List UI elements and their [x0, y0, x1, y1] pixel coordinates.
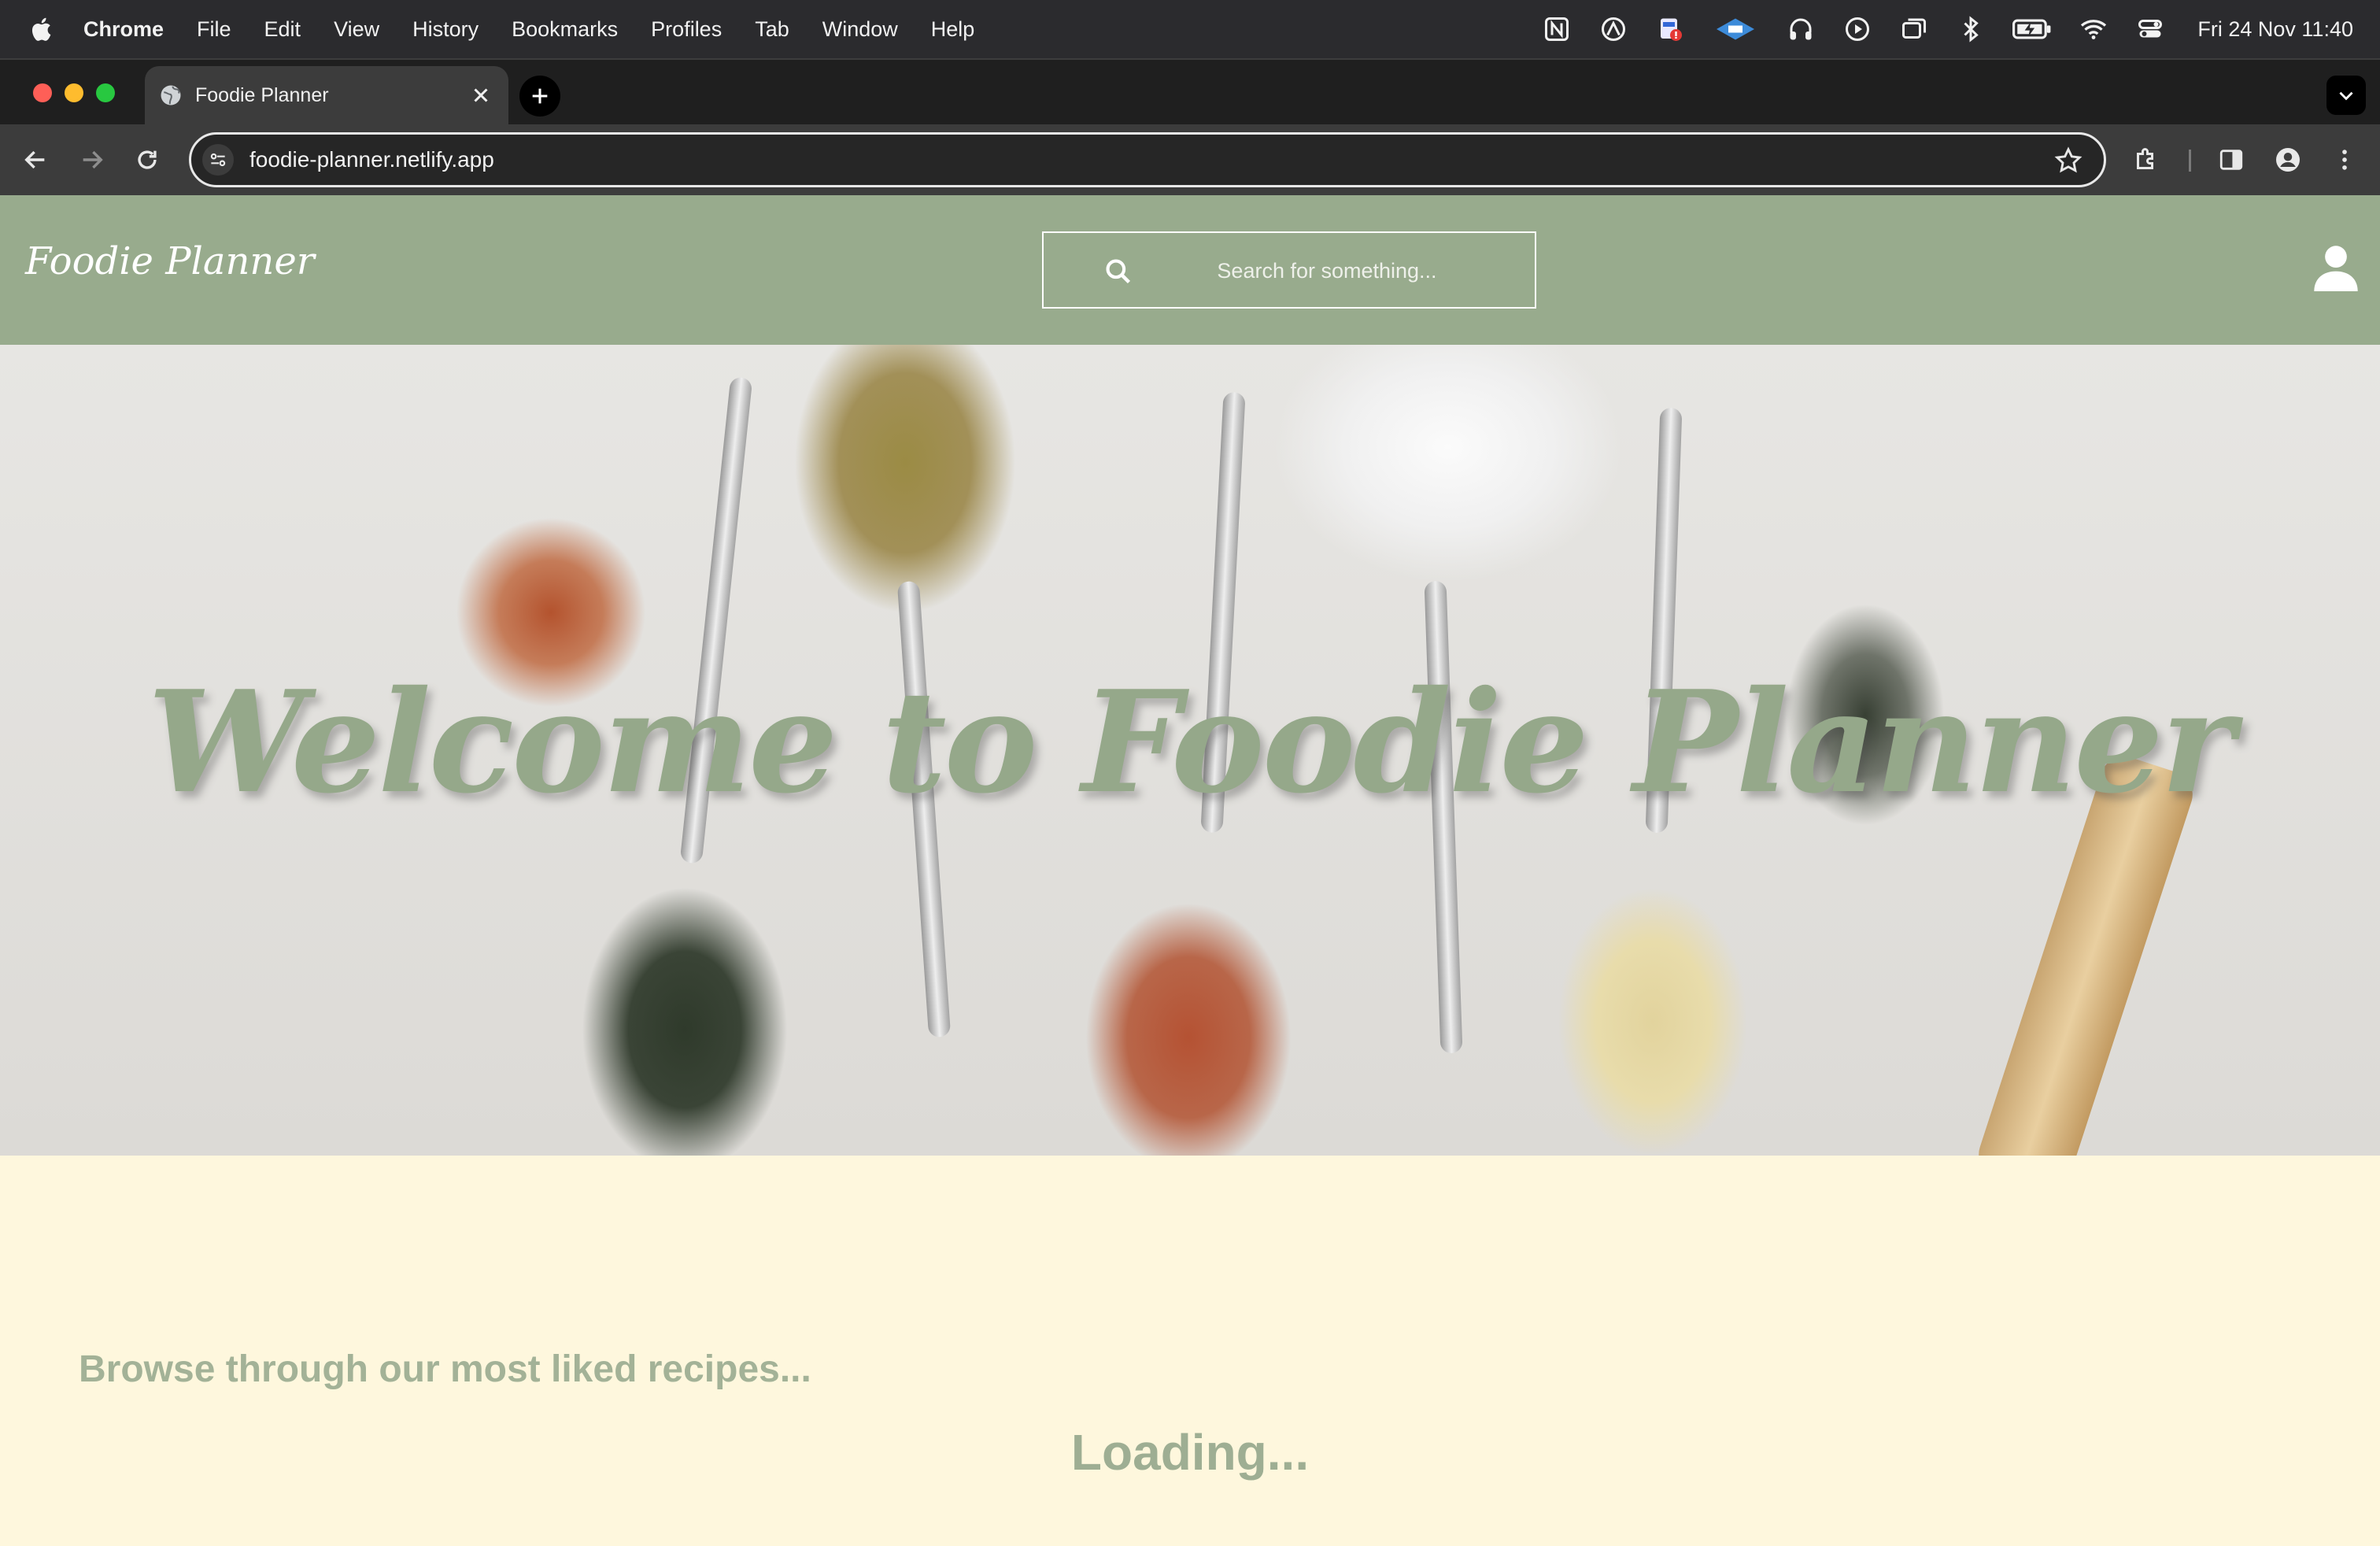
menu-app-name[interactable]: Chrome: [83, 17, 164, 42]
headphones-icon[interactable]: [1785, 13, 1816, 45]
chevron-down-icon: [2339, 91, 2353, 101]
site-logo[interactable]: Foodie Planner: [25, 239, 315, 283]
reload-button[interactable]: [131, 143, 164, 176]
control-center-icon[interactable]: [2134, 13, 2166, 45]
window-close-button[interactable]: [33, 83, 52, 102]
back-button[interactable]: [19, 143, 52, 176]
arc-icon[interactable]: [1598, 13, 1629, 45]
menu-file[interactable]: File: [197, 17, 231, 42]
address-bar[interactable]: foodie-planner.netlify.app: [189, 132, 2106, 187]
toolbar-divider: [2189, 150, 2191, 172]
menu-profiles[interactable]: Profiles: [651, 17, 722, 42]
browser-toolbar: foodie-planner.netlify.app: [0, 124, 2380, 195]
side-panel-icon: [2219, 150, 2243, 170]
calendar-alert-icon[interactable]: [1654, 13, 1686, 45]
reload-icon: [138, 150, 157, 169]
forward-button[interactable]: [76, 143, 109, 176]
web-page: Foodie Planner Welcome to Foodie Planner…: [0, 195, 2380, 1546]
menu-view[interactable]: View: [334, 17, 379, 42]
hero-title: Welcome to Foodie Planner: [147, 660, 2235, 824]
user-account-icon[interactable]: [2314, 244, 2358, 291]
tab-strip: Foodie Planner: [0, 60, 2380, 124]
extensions-button[interactable]: [2130, 143, 2163, 176]
chrome-menu-button[interactable]: [2328, 143, 2361, 176]
window-minimize-button[interactable]: [65, 83, 83, 102]
arrow-left-icon: [24, 150, 45, 169]
site-info-icon[interactable]: [202, 144, 234, 176]
notion-icon[interactable]: [1541, 13, 1572, 45]
more-vert-icon: [2342, 150, 2347, 170]
wifi-icon[interactable]: [2078, 13, 2109, 45]
menu-bookmarks[interactable]: Bookmarks: [512, 17, 618, 42]
globe-icon: [161, 85, 181, 105]
menu-help[interactable]: Help: [931, 17, 975, 42]
side-panel-button[interactable]: [2215, 143, 2248, 176]
play-icon[interactable]: [1842, 13, 1873, 45]
search-input[interactable]: [1162, 249, 1492, 293]
menu-tab[interactable]: Tab: [755, 17, 789, 42]
plus-icon: [532, 88, 548, 104]
tab-title: Foodie Planner: [195, 83, 329, 106]
recipes-heading: Browse through our most liked recipes...: [79, 1348, 811, 1390]
macos-menu-bar: Chrome File Edit View History Bookmarks …: [0, 0, 2380, 58]
menu-window[interactable]: Window: [822, 17, 898, 42]
bookmark-star-icon[interactable]: [2053, 146, 2083, 176]
site-header: Foodie Planner: [0, 195, 2380, 345]
loading-indicator: Loading...: [1070, 1424, 1310, 1481]
search-box[interactable]: [1042, 231, 1536, 309]
screens-icon[interactable]: [1898, 13, 1930, 45]
menu-edit[interactable]: Edit: [264, 17, 301, 42]
hero-banner: Welcome to Foodie Planner: [0, 345, 2380, 1156]
new-tab-button[interactable]: [519, 76, 560, 117]
status-area: Fri 24 Nov 11:40: [1516, 0, 2380, 58]
browser-window: Foodie Planner foodie-planner.netlify.ap…: [0, 58, 2380, 1546]
tab-foodie-planner[interactable]: Foodie Planner: [145, 66, 508, 124]
menu-history[interactable]: History: [412, 17, 479, 42]
vpn-icon[interactable]: [1711, 13, 1760, 45]
url-text[interactable]: foodie-planner.netlify.app: [249, 147, 494, 172]
window-zoom-button[interactable]: [96, 83, 115, 102]
profile-icon: [2276, 148, 2300, 172]
puzzle-icon: [2137, 148, 2153, 169]
tab-search-button[interactable]: [2326, 76, 2366, 115]
battery-charging-icon[interactable]: [2012, 13, 2053, 45]
menubar-clock[interactable]: Fri 24 Nov 11:40: [2197, 17, 2353, 42]
apple-logo-icon[interactable]: [28, 15, 57, 43]
profile-button[interactable]: [2271, 143, 2304, 176]
arrow-right-icon: [83, 150, 103, 169]
bluetooth-icon[interactable]: [1955, 13, 1986, 45]
tab-close-icon[interactable]: [469, 83, 493, 107]
search-icon[interactable]: [1103, 257, 1133, 287]
